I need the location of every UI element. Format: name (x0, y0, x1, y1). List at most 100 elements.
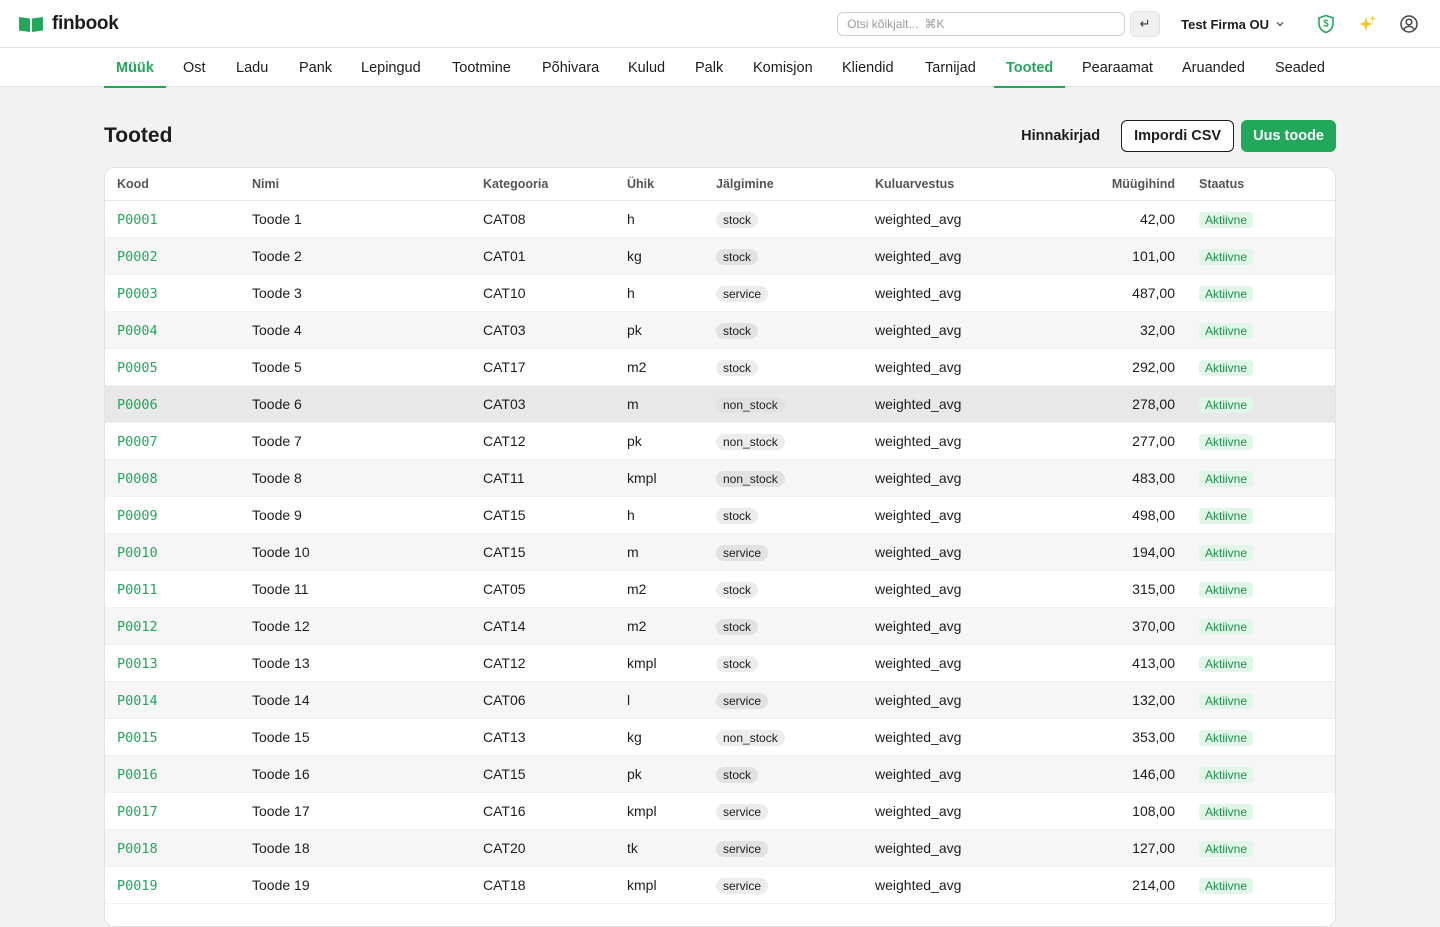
product-unit: pk (627, 322, 642, 338)
page-header: Tooted Hinnakirjad Impordi CSV Uus toode (104, 119, 1336, 152)
table-row[interactable]: P0008 Toode 8 CAT11 kmpl non_stock weigh… (105, 460, 1335, 497)
tab-seaded[interactable]: Seaded (1263, 48, 1337, 87)
table-row[interactable]: P0004 Toode 4 CAT03 pk stock weighted_av… (105, 312, 1335, 349)
product-code[interactable]: P0014 (117, 693, 158, 709)
tab-pearaamat[interactable]: Pearaamat (1070, 48, 1165, 87)
table-row[interactable]: P0006 Toode 6 CAT03 m non_stock weighted… (105, 386, 1335, 423)
table-row[interactable]: P0013 Toode 13 CAT12 kmpl stock weighted… (105, 645, 1335, 682)
column-header-status[interactable]: Staatus (1175, 177, 1325, 191)
product-code[interactable]: P0007 (117, 434, 158, 450)
table-row[interactable]: P0015 Toode 15 CAT13 kg non_stock weight… (105, 719, 1335, 756)
column-header-price[interactable]: Müügihind (1055, 177, 1175, 191)
table-row[interactable]: P0010 Toode 10 CAT15 m service weighted_… (105, 534, 1335, 571)
status-badge: Aktiivne (1199, 544, 1254, 561)
product-code[interactable]: P0006 (117, 397, 158, 413)
column-header-name[interactable]: Nimi (252, 177, 483, 191)
shield-icon[interactable] (1315, 13, 1337, 35)
product-code[interactable]: P0003 (117, 286, 158, 302)
tab-muuk[interactable]: Müük (104, 48, 166, 88)
column-header-unit[interactable]: Ühik (627, 177, 716, 191)
tab-kulud[interactable]: Kulud (616, 48, 677, 87)
product-code[interactable]: P0018 (117, 841, 158, 857)
table-row[interactable]: P0018 Toode 18 CAT20 tk service weighted… (105, 830, 1335, 867)
product-code[interactable]: P0005 (117, 360, 158, 376)
product-price: 277,00 (1132, 433, 1175, 449)
app-logo[interactable]: finbook (18, 13, 119, 35)
tab-kliendid[interactable]: Kliendid (830, 48, 906, 87)
company-switcher[interactable]: Test Firma OU (1181, 17, 1285, 32)
product-costing: weighted_avg (875, 433, 962, 449)
tab-palk[interactable]: Palk (683, 48, 735, 87)
column-header-code[interactable]: Kood (105, 177, 252, 191)
tracking-pill: stock (716, 766, 759, 783)
product-name: Toode 7 (252, 433, 302, 449)
tab-aruanded[interactable]: Aruanded (1170, 48, 1257, 87)
status-badge: Aktiivne (1199, 359, 1254, 376)
column-header-category[interactable]: Kategooria (483, 177, 627, 191)
table-row[interactable]: P0001 Toode 1 CAT08 h stock weighted_avg… (105, 201, 1335, 238)
product-code[interactable]: P0017 (117, 804, 158, 820)
tab-pohivara[interactable]: Põhivara (530, 48, 611, 87)
product-code[interactable]: P0011 (117, 582, 158, 598)
table-row[interactable]: P0016 Toode 16 CAT15 pk stock weighted_a… (105, 756, 1335, 793)
table-row[interactable]: P0011 Toode 11 CAT05 m2 stock weighted_a… (105, 571, 1335, 608)
tracking-pill: service (716, 544, 769, 561)
product-name: Toode 15 (252, 729, 310, 745)
table-row[interactable]: P0002 Toode 2 CAT01 kg stock weighted_av… (105, 238, 1335, 275)
status-badge: Aktiivne (1199, 618, 1254, 635)
product-code[interactable]: P0019 (117, 878, 158, 894)
tab-ost[interactable]: Ost (171, 48, 218, 87)
product-category: CAT08 (483, 211, 526, 227)
table-row[interactable]: P0014 Toode 14 CAT06 l service weighted_… (105, 682, 1335, 719)
tab-lepingud[interactable]: Lepingud (349, 48, 433, 87)
product-price: 413,00 (1132, 655, 1175, 671)
product-unit: m (627, 396, 639, 412)
column-header-tracking[interactable]: Jälgimine (716, 177, 875, 191)
table-row[interactable]: P0017 Toode 17 CAT16 kmpl service weight… (105, 793, 1335, 830)
table-row[interactable]: P0009 Toode 9 CAT15 h stock weighted_avg… (105, 497, 1335, 534)
table-row[interactable]: P0005 Toode 5 CAT17 m2 stock weighted_av… (105, 349, 1335, 386)
sparkle-icon[interactable] (1356, 13, 1378, 35)
product-code[interactable]: P0015 (117, 730, 158, 746)
table-row[interactable]: P0012 Toode 12 CAT14 m2 stock weighted_a… (105, 608, 1335, 645)
product-costing: weighted_avg (875, 211, 962, 227)
tab-tootmine[interactable]: Tootmine (440, 48, 523, 87)
table-row[interactable]: P0007 Toode 7 CAT12 pk non_stock weighte… (105, 423, 1335, 460)
top-bar: finbook Otsi kõikjalt... ⌘K ↵ Test Firma… (0, 0, 1440, 48)
tab-komisjon[interactable]: Komisjon (741, 48, 825, 87)
tab-tarnijad[interactable]: Tarnijad (913, 48, 988, 87)
tab-ladu[interactable]: Ladu (224, 48, 280, 87)
new-product-button[interactable]: Uus toode (1241, 119, 1336, 152)
product-category: CAT15 (483, 766, 526, 782)
product-code[interactable]: P0001 (117, 212, 158, 228)
tracking-pill: service (716, 285, 769, 302)
product-code[interactable]: P0013 (117, 656, 158, 672)
table-row[interactable]: P0003 Toode 3 CAT10 h service weighted_a… (105, 275, 1335, 312)
tracking-pill: stock (716, 581, 759, 598)
product-unit: h (627, 285, 635, 301)
product-unit: pk (627, 766, 642, 782)
product-code[interactable]: P0016 (117, 767, 158, 783)
import-csv-button[interactable]: Impordi CSV (1121, 119, 1235, 152)
search-input[interactable]: Otsi kõikjalt... ⌘K (837, 12, 1126, 36)
product-category: CAT11 (483, 470, 525, 486)
price-lists-button[interactable]: Hinnakirjad (1010, 128, 1111, 144)
product-costing: weighted_avg (875, 655, 962, 671)
product-code[interactable]: P0009 (117, 508, 158, 524)
tab-pank[interactable]: Pank (287, 48, 344, 87)
product-code[interactable]: P0010 (117, 545, 158, 561)
product-unit: kg (627, 729, 642, 745)
product-code[interactable]: P0004 (117, 323, 158, 339)
product-code[interactable]: P0008 (117, 471, 158, 487)
tracking-pill: stock (716, 211, 759, 228)
product-code[interactable]: P0002 (117, 249, 158, 265)
product-unit: tk (627, 840, 638, 856)
table-row[interactable]: P0019 Toode 19 CAT18 kmpl service weight… (105, 867, 1335, 904)
user-icon[interactable] (1398, 13, 1420, 35)
product-code[interactable]: P0012 (117, 619, 158, 635)
product-costing: weighted_avg (875, 840, 962, 856)
search-submit-button[interactable]: ↵ (1130, 11, 1161, 37)
column-header-costing[interactable]: Kuluarvestus (875, 177, 1055, 191)
tab-tooted[interactable]: Tooted (994, 48, 1066, 88)
product-costing: weighted_avg (875, 285, 962, 301)
